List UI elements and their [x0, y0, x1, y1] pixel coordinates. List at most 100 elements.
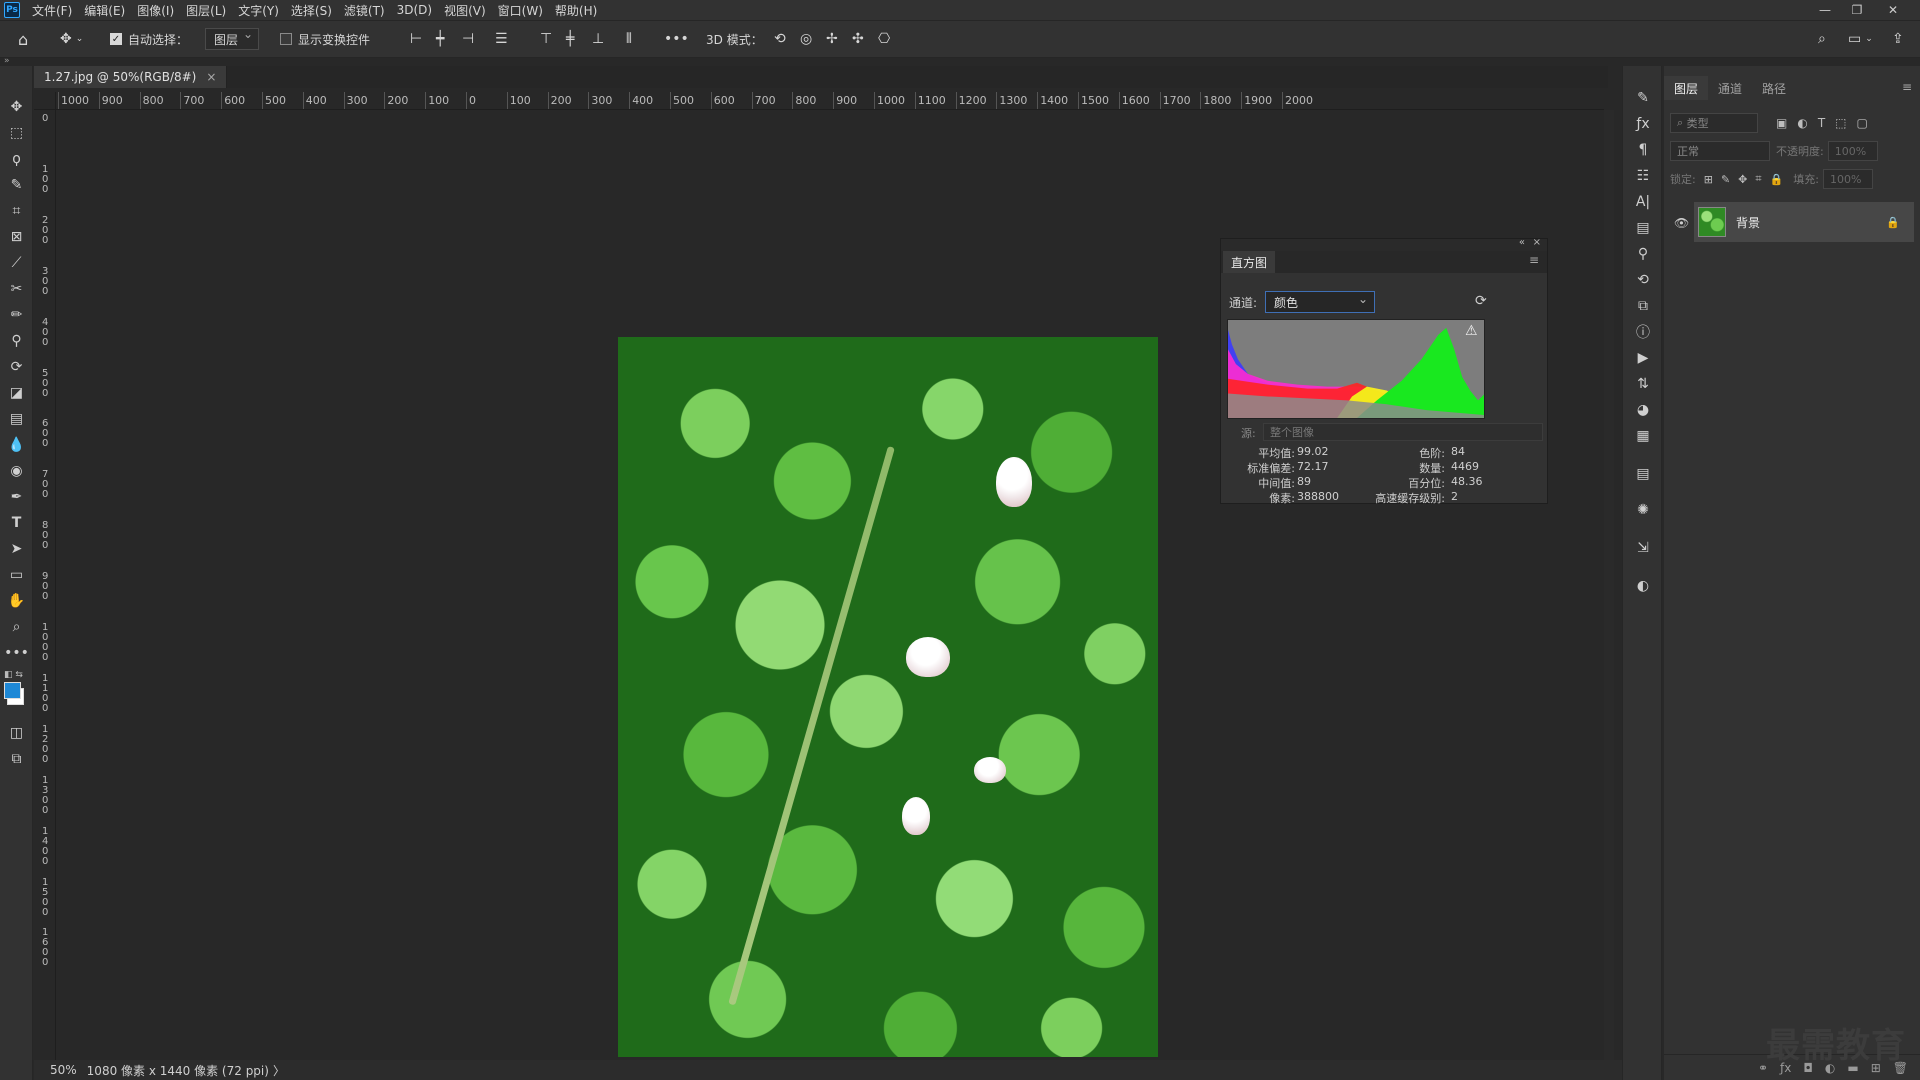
- lock-all-icon[interactable]: 🔒: [1770, 173, 1784, 186]
- auto-select-target[interactable]: 图层: [205, 21, 260, 57]
- frame-tool-icon[interactable]: ⊠: [0, 226, 33, 248]
- blend-mode-dropdown[interactable]: 正常: [1670, 141, 1770, 161]
- rectangle-tool-icon[interactable]: ▭: [0, 564, 33, 586]
- tab-channels[interactable]: 通道: [1708, 76, 1752, 100]
- zoom-tool-icon[interactable]: ⌕: [0, 616, 33, 638]
- healing-tool-icon[interactable]: ✂: [0, 278, 33, 300]
- stamp-tool-icon[interactable]: ⚲: [0, 330, 33, 352]
- filter-adjustment-icon[interactable]: ◐: [1797, 116, 1807, 130]
- color-icon[interactable]: ◐: [1623, 574, 1663, 598]
- align-center-h-icon[interactable]: ┿: [436, 21, 444, 57]
- path-select-tool-icon[interactable]: ➤: [0, 538, 33, 560]
- menu-file[interactable]: 文件(F): [26, 2, 78, 19]
- menu-filter[interactable]: 滤镜(T): [338, 2, 391, 19]
- table-icon[interactable]: ▦: [1623, 424, 1663, 448]
- lock-pixels-icon[interactable]: ✎: [1721, 173, 1730, 186]
- menu-view[interactable]: 视图(V): [438, 2, 492, 19]
- default-colors-icon[interactable]: ◧ ⇆: [4, 670, 23, 680]
- filter-pixel-icon[interactable]: ▣: [1776, 116, 1787, 130]
- layer-lock-icon[interactable]: 🔒: [1886, 216, 1900, 229]
- panel-menu-icon[interactable]: ≡: [1529, 253, 1539, 267]
- menu-select[interactable]: 选择(S): [285, 2, 338, 19]
- collapse-toolbar-icon[interactable]: »: [4, 56, 10, 66]
- auto-select-checkbox[interactable]: ✓: [110, 33, 122, 45]
- hand-tool-icon[interactable]: ✋: [0, 590, 33, 612]
- lock-artboard-icon[interactable]: ⌗: [1755, 172, 1761, 186]
- align-bottom-icon[interactable]: ⊥: [592, 21, 604, 57]
- foreground-color-swatch[interactable]: [4, 682, 21, 699]
- eyedropper-tool-icon[interactable]: ⟋: [0, 252, 33, 274]
- layer-visibility-icon[interactable]: 👁: [1674, 216, 1689, 230]
- lasso-tool-icon[interactable]: ϙ: [0, 148, 33, 170]
- align-right-icon[interactable]: ⊣: [462, 21, 474, 57]
- play-icon[interactable]: ▶: [1623, 346, 1663, 370]
- panel-menu-icon[interactable]: ≡: [1902, 80, 1912, 94]
- lock-position-icon[interactable]: ✥: [1738, 173, 1747, 186]
- refresh-icon[interactable]: ⟳: [1475, 293, 1487, 309]
- vertical-scrollbar[interactable]: [1604, 110, 1614, 1060]
- search-icon[interactable]: ⌕: [1818, 21, 1826, 57]
- close-panel-icon[interactable]: ×: [1533, 237, 1541, 248]
- history-icon[interactable]: ⟲: [1623, 268, 1663, 292]
- menu-type[interactable]: 文字(Y): [232, 2, 285, 19]
- layer-filter-dropdown[interactable]: ⌕ 类型: [1670, 113, 1758, 133]
- menu-image[interactable]: 图像(I): [131, 2, 180, 19]
- collapse-panel-icon[interactable]: «: [1519, 237, 1525, 248]
- move-tool-preset-icon[interactable]: ✥ ⌄: [60, 21, 83, 57]
- home-icon[interactable]: ⌂: [18, 21, 28, 57]
- document-tab[interactable]: 1.27.jpg @ 50%(RGB/8#) ×: [34, 66, 228, 88]
- show-transform-option[interactable]: 显示变换控件: [280, 21, 370, 57]
- filter-smart-object-icon[interactable]: ▢: [1857, 116, 1868, 130]
- pen-tool-icon[interactable]: ✒: [0, 486, 33, 508]
- clone-source-icon[interactable]: ⚲: [1623, 242, 1663, 266]
- share-icon[interactable]: ⇪: [1892, 21, 1904, 57]
- move-tool-icon[interactable]: ✥: [0, 96, 33, 118]
- opacity-input[interactable]: 100%: [1827, 141, 1878, 161]
- menu-window[interactable]: 窗口(W): [492, 2, 549, 19]
- close-window-button[interactable]: ✕: [1878, 0, 1908, 20]
- show-transform-checkbox[interactable]: [280, 33, 292, 45]
- character-icon[interactable]: A|: [1623, 190, 1663, 214]
- menu-3d[interactable]: 3D(D): [391, 3, 438, 17]
- lock-transparent-icon[interactable]: ⊞: [1704, 173, 1713, 186]
- tab-paths[interactable]: 路径: [1752, 76, 1796, 100]
- quick-select-tool-icon[interactable]: ✎: [0, 174, 33, 196]
- distribute-icon[interactable]: ☰: [495, 21, 508, 57]
- horizontal-ruler[interactable]: 1000 900 800 700 600 500 400 300 200 100 0 100 200 30…: [56, 92, 1604, 110]
- styles-icon[interactable]: ƒx: [1623, 112, 1663, 136]
- align-middle-v-icon[interactable]: ╪: [566, 21, 574, 57]
- menu-layer[interactable]: 图层(L): [180, 2, 232, 19]
- history-brush-tool-icon[interactable]: ⟳: [0, 356, 33, 378]
- fill-input[interactable]: 100%: [1823, 169, 1873, 189]
- ruler-origin[interactable]: [34, 92, 56, 110]
- vertical-ruler[interactable]: 0 100 200 300 400 500 600 700 800 900 1000 1100 1200…: [34, 110, 56, 1060]
- align-top-icon[interactable]: ⊤: [540, 21, 552, 57]
- status-arrow-icon[interactable]: 〉: [273, 1062, 285, 1079]
- auto-select-option[interactable]: ✓ 自动选择：: [110, 21, 188, 57]
- minimize-button[interactable]: —: [1810, 0, 1840, 20]
- type-tool-icon[interactable]: T: [0, 512, 33, 534]
- menu-edit[interactable]: 编辑(E): [78, 2, 131, 19]
- paragraph-icon[interactable]: ¶: [1623, 138, 1663, 162]
- more-tools-icon[interactable]: •••: [0, 642, 33, 664]
- channel-dropdown[interactable]: 颜色: [1265, 291, 1375, 313]
- warning-icon[interactable]: ⚠: [1465, 323, 1478, 339]
- more-options-icon[interactable]: •••: [664, 21, 689, 57]
- properties-icon[interactable]: ☷: [1623, 164, 1663, 188]
- info-icon[interactable]: ⓘ: [1623, 320, 1663, 344]
- tool-presets-icon[interactable]: ⇅: [1623, 372, 1663, 396]
- export-icon[interactable]: ⇲: [1623, 536, 1663, 560]
- auto-select-target-dropdown[interactable]: 图层: [205, 27, 260, 50]
- libraries-icon[interactable]: ▤: [1623, 216, 1663, 240]
- tab-layers[interactable]: 图层: [1664, 76, 1709, 100]
- dodge-tool-icon[interactable]: ◉: [0, 460, 33, 482]
- actions-icon[interactable]: ⧉: [1623, 294, 1663, 318]
- filter-type-icon[interactable]: T: [1818, 116, 1825, 130]
- zoom-level[interactable]: 50%: [34, 1063, 87, 1077]
- brush-tool-icon[interactable]: ✏: [0, 304, 33, 326]
- eraser-tool-icon[interactable]: ◪: [0, 382, 33, 404]
- document-image[interactable]: [618, 337, 1158, 1057]
- blur-tool-icon[interactable]: 💧: [0, 434, 33, 456]
- gradient-tool-icon[interactable]: ▤: [0, 408, 33, 430]
- crop-tool-icon[interactable]: ⌗: [0, 200, 33, 222]
